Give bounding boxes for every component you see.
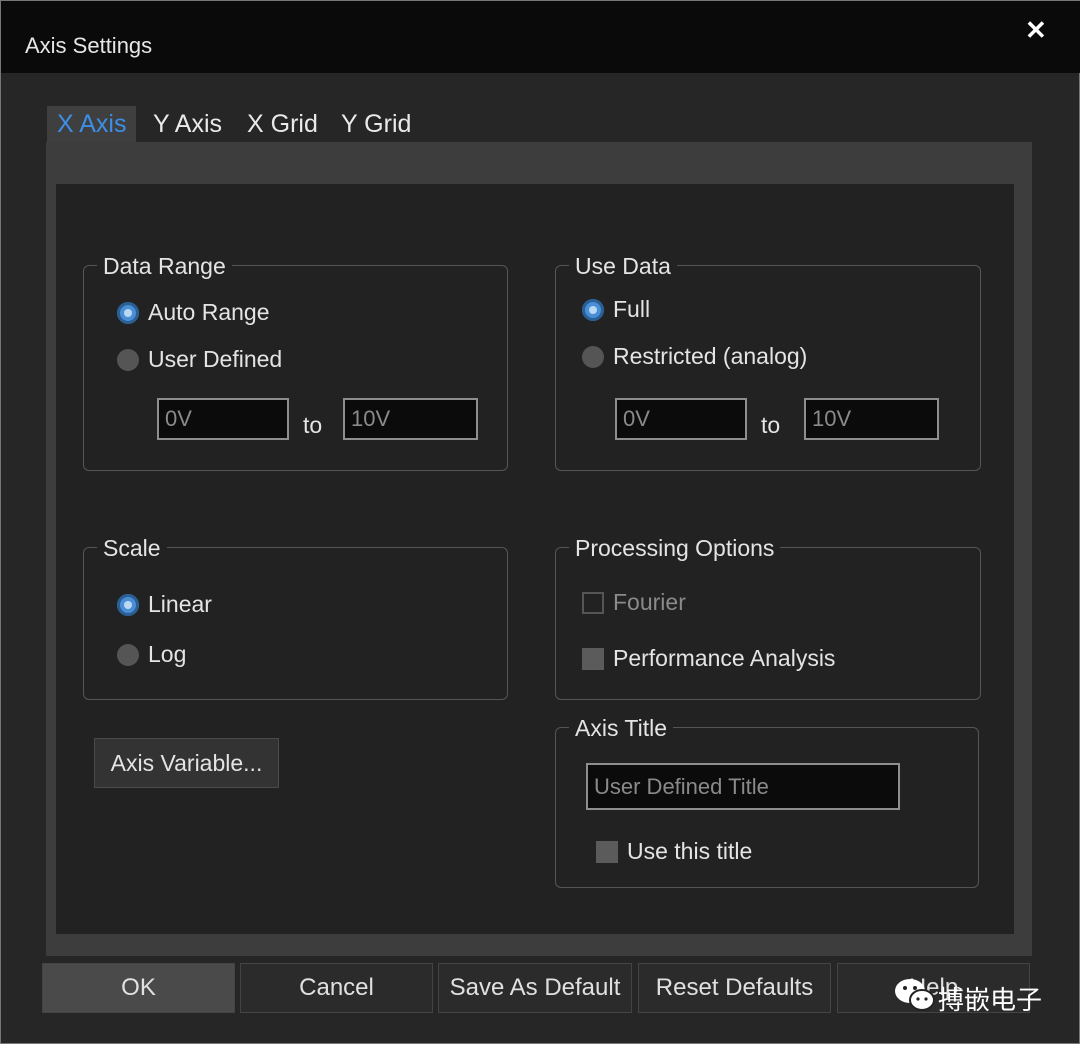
close-icon[interactable]: ✕ <box>1025 15 1047 46</box>
title-bar: Axis Settings ✕ <box>1 1 1080 73</box>
use-data-title: Use Data <box>569 253 677 279</box>
tab-y-grid[interactable]: Y Grid <box>341 106 411 142</box>
use-data-to-label: to <box>761 412 781 438</box>
log-label: Log <box>148 641 187 667</box>
linear-radio[interactable] <box>117 594 139 616</box>
tab-x-axis[interactable]: X Axis <box>47 106 137 142</box>
data-range-group <box>83 265 508 471</box>
scale-title: Scale <box>97 535 167 561</box>
scale-group <box>83 547 508 700</box>
processing-options-group <box>555 547 981 700</box>
processing-options-title: Processing Options <box>569 535 781 561</box>
ok-button[interactable]: OK <box>42 963 235 1013</box>
fourier-label: Fourier <box>613 589 686 615</box>
watermark-text: 搏嵌电子 <box>938 985 1043 1015</box>
axis-variable-button[interactable]: Axis Variable... <box>94 738 279 788</box>
performance-analysis-label: Performance Analysis <box>613 645 836 671</box>
auto-range-label: Auto Range <box>148 299 270 325</box>
window-title: Axis Settings <box>25 33 153 58</box>
data-range-to-input[interactable]: 10V <box>343 398 478 440</box>
tab-x-grid[interactable]: X Grid <box>247 106 318 142</box>
axis-settings-dialog: Axis Settings ✕ X Axis Y Axis X Grid Y G… <box>0 0 1080 1044</box>
user-defined-radio[interactable] <box>117 349 139 371</box>
axis-title-input[interactable]: User Defined Title <box>586 763 900 810</box>
watermark: 搏嵌电子 <box>893 973 1053 1017</box>
cancel-button[interactable]: Cancel <box>240 963 433 1013</box>
restricted-label: Restricted (analog) <box>613 343 808 369</box>
data-range-to-label: to <box>303 412 323 438</box>
data-range-title: Data Range <box>97 253 232 279</box>
use-data-from-input[interactable]: 0V <box>615 398 747 440</box>
axis-title-title: Axis Title <box>569 715 674 741</box>
restricted-radio[interactable] <box>582 346 604 368</box>
full-label: Full <box>613 296 651 322</box>
save-as-default-button[interactable]: Save As Default <box>438 963 632 1013</box>
data-range-from-input[interactable]: 0V <box>157 398 289 440</box>
use-data-to-input[interactable]: 10V <box>804 398 939 440</box>
full-radio[interactable] <box>582 299 604 321</box>
use-this-title-label: Use this title <box>627 838 753 864</box>
linear-label: Linear <box>148 591 212 617</box>
wechat-icon <box>895 979 935 1011</box>
performance-analysis-checkbox[interactable] <box>582 648 604 670</box>
user-defined-label: User Defined <box>148 346 283 372</box>
fourier-checkbox[interactable] <box>582 592 604 614</box>
log-radio[interactable] <box>117 644 139 666</box>
auto-range-radio[interactable] <box>117 302 139 324</box>
reset-defaults-button[interactable]: Reset Defaults <box>638 963 831 1013</box>
tab-y-axis[interactable]: Y Axis <box>153 106 222 142</box>
use-this-title-checkbox[interactable] <box>596 841 618 863</box>
